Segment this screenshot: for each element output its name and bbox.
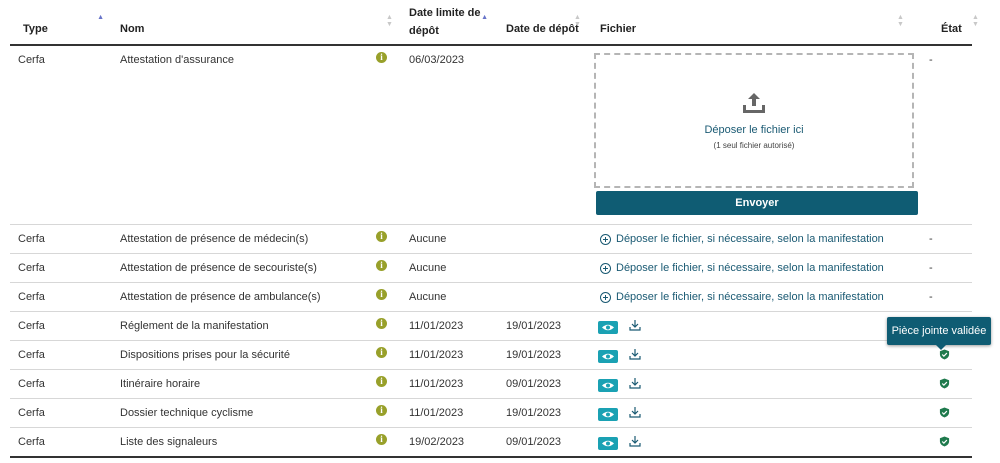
plus-circle-icon [600,234,611,245]
table-row: Cerfa Réglement de la manifestation i 11/… [10,311,972,341]
date-limite-cell: 11/01/2023 [409,349,464,361]
info-icon[interactable]: i [376,231,387,242]
info-icon[interactable]: i [376,289,387,300]
header-date-limite[interactable]: Date limite de dépôt ▲ [396,0,492,46]
date-limite-cell: 11/01/2023 [409,407,464,419]
nom-cell: Réglement de la manifestation [120,320,269,332]
eye-icon[interactable] [598,436,618,450]
download-icon[interactable] [629,406,641,422]
table-row: Cerfa Liste des signaleurs i 19/02/2023 0… [10,427,972,458]
plus-circle-icon [600,263,611,274]
sort-icon[interactable]: ▲ ▼ [972,14,979,28]
date-limite-cell: Aucune [409,262,447,274]
date-depot-cell: 19/01/2023 [506,320,562,332]
info-icon[interactable]: i [376,405,387,416]
type-cell: Cerfa [18,262,45,274]
info-icon[interactable]: i [376,376,387,387]
dropzone-subtitle: (1 seul fichier autorisé) [713,141,795,150]
date-depot-cell: 19/01/2023 [506,349,562,361]
type-cell: Cerfa [18,378,45,390]
date-depot-cell [492,225,588,233]
info-icon[interactable]: i [376,347,387,358]
sort-asc-icon[interactable]: ▲ [97,14,104,21]
type-cell: Cerfa [18,233,45,245]
etat-cell: - [929,262,933,274]
plus-circle-icon [600,292,611,303]
date-depot-cell [492,283,588,291]
sort-icon[interactable]: ▲ ▼ [574,14,581,28]
table-row: Cerfa Attestation de présence de secouri… [10,253,972,283]
nom-cell: Dispositions prises pour la sécurité [120,349,290,361]
etat-cell: - [929,54,933,66]
dropzone-title: Déposer le fichier ici [704,124,804,136]
type-cell: Cerfa [18,436,45,448]
table-header-row: Type ▲ Nom ▲ ▼ Date limite de dépôt ▲ Dat… [10,0,979,46]
date-limite-cell: 11/01/2023 [409,320,464,332]
nom-cell: Attestation d'assurance [120,54,235,66]
info-icon[interactable]: i [376,260,387,271]
type-cell: Cerfa [18,349,45,361]
download-icon[interactable] [629,377,641,393]
date-limite-cell: 19/02/2023 [409,436,465,448]
download-icon[interactable] [629,319,641,335]
file-dropzone[interactable]: Déposer le fichier ici (1 seul fichier a… [594,53,914,188]
nom-cell: Attestation de présence de secouriste(s) [120,262,317,274]
nom-cell: Attestation de présence de ambulance(s) [120,291,321,303]
info-icon[interactable]: i [376,318,387,329]
nom-cell: Attestation de présence de médecin(s) [120,233,309,245]
date-depot-cell [492,254,588,262]
shield-check-icon[interactable] [939,407,950,421]
date-limite-cell: 11/01/2023 [409,378,464,390]
sort-asc-icon[interactable]: ▲ [481,14,488,21]
type-cell: Cerfa [18,320,45,332]
header-date-depot[interactable]: Date de dépôt ▲ ▼ [492,0,588,46]
send-button[interactable]: Envoyer [596,191,918,215]
header-type[interactable]: Type ▲ [10,0,106,46]
eye-icon[interactable] [598,407,618,421]
type-cell: Cerfa [18,54,45,66]
upload-link[interactable]: Déposer le fichier, si nécessaire, selon… [600,233,884,246]
date-limite-cell: Aucune [409,291,447,303]
header-etat[interactable]: État ▲ ▼ [923,0,979,46]
table-row: Cerfa Attestation de présence de médecin… [10,224,972,254]
info-icon[interactable]: i [376,434,387,445]
sort-icon[interactable]: ▲ ▼ [897,14,904,28]
date-depot-cell: 09/01/2023 [506,436,562,448]
table-row: Cerfa Dispositions prises pour la sécuri… [10,340,972,370]
header-fichier[interactable]: Fichier ▲ ▼ [588,0,923,46]
download-icon[interactable] [629,435,641,451]
date-depot-cell: 09/01/2023 [506,378,562,390]
etat-cell: - [929,233,933,245]
type-cell: Cerfa [18,407,45,419]
type-cell: Cerfa [18,291,45,303]
shield-check-icon[interactable] [939,349,950,363]
documents-table: Type ▲ Nom ▲ ▼ Date limite de dépôt ▲ Dat… [10,0,979,458]
upload-link[interactable]: Déposer le fichier, si nécessaire, selon… [600,262,884,275]
sort-icon[interactable]: ▲ ▼ [386,14,393,28]
download-icon[interactable] [629,348,641,364]
date-limite-cell: Aucune [409,233,447,245]
date-depot-cell [492,46,588,54]
nom-cell: Dossier technique cyclisme [120,407,254,419]
table-row: Cerfa Dossier technique cyclisme i 11/01/… [10,398,972,428]
eye-icon[interactable] [598,349,618,363]
header-nom[interactable]: Nom ▲ ▼ [106,0,396,46]
shield-check-icon[interactable] [939,436,950,450]
table-row: Cerfa Attestation de présence de ambulan… [10,282,972,312]
upload-icon [742,91,766,118]
nom-cell: Liste des signaleurs [120,436,218,448]
validated-tooltip: Pièce jointe validée [887,317,991,350]
nom-cell: Itinéraire horaire [120,378,201,390]
eye-icon[interactable] [598,378,618,392]
date-depot-cell: 19/01/2023 [506,407,562,419]
etat-cell: - [929,291,933,303]
eye-icon[interactable] [598,320,618,334]
info-icon[interactable]: i [376,52,387,63]
date-limite-cell: 06/03/2023 [409,54,465,66]
table-row: Cerfa Itinéraire horaire i 11/01/2023 09/… [10,369,972,399]
upload-link[interactable]: Déposer le fichier, si nécessaire, selon… [600,291,884,304]
shield-check-icon[interactable] [939,378,950,392]
